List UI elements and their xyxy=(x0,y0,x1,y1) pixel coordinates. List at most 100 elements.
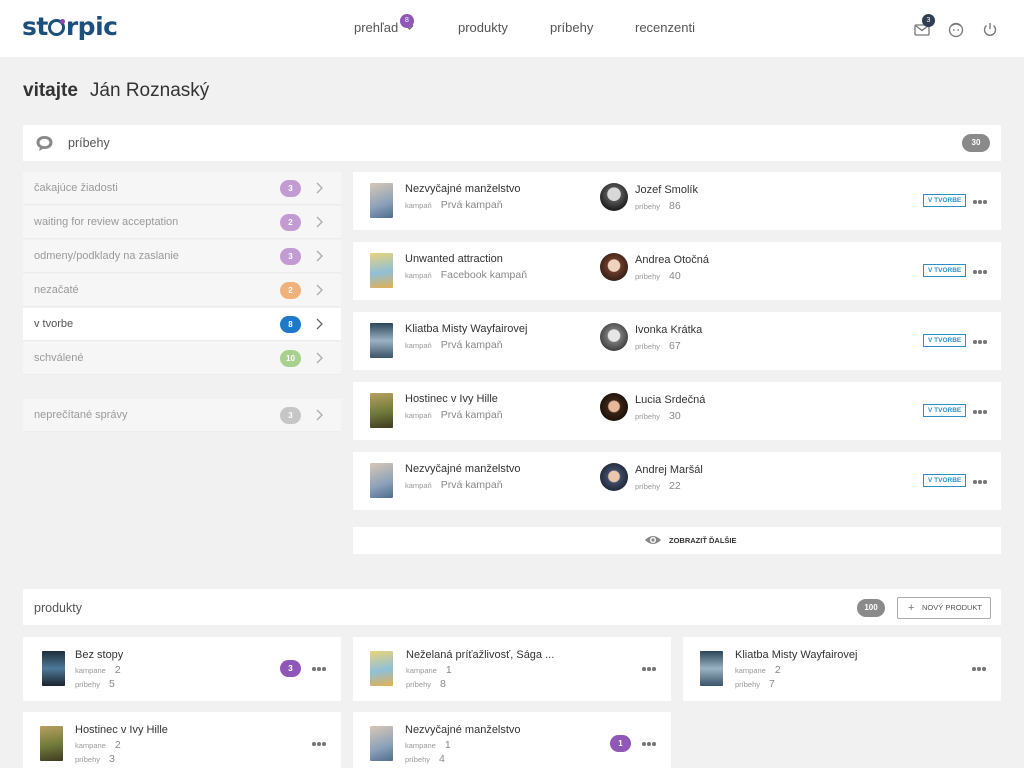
filter-odmeny-podklady[interactable]: odmeny/podklady na zaslanie 3 xyxy=(23,240,341,273)
filter-cakajuce-ziadosti[interactable]: čakajúce žiadosti 3 xyxy=(23,172,341,205)
product-title: Hostinec v Ivy Hille xyxy=(75,724,168,736)
product-stories: príbehy 8 xyxy=(406,678,446,690)
book-cover xyxy=(700,651,723,686)
more-options-icon[interactable] xyxy=(973,410,987,414)
product-stories: príbehy 4 xyxy=(405,753,445,765)
reviewer-stories: príbehy 22 xyxy=(635,480,681,492)
nav-pribehy[interactable]: príbehy xyxy=(550,20,593,35)
story-row[interactable]: Hostinec v Ivy Hille kampaň Prvá kampaň L… xyxy=(353,382,1001,440)
reviewer-stories: príbehy 30 xyxy=(635,410,681,422)
reviewer-stories: príbehy 40 xyxy=(635,270,681,282)
filter-waiting-for-review[interactable]: waiting for review acceptation 2 xyxy=(23,206,341,239)
chevron-right-icon xyxy=(316,352,323,364)
product-card[interactable]: Neželaná príťažlivosť, Sága ... kampane 1… xyxy=(353,637,671,701)
chevron-right-icon xyxy=(316,284,323,296)
story-row[interactable]: Nezvyčajné manželstvo kampaň Prvá kampaň … xyxy=(353,172,1001,230)
book-cover xyxy=(42,651,65,686)
product-card[interactable]: Kliatba Misty Wayfairovej kampane 2 príbe… xyxy=(683,637,1001,701)
more-options-icon[interactable] xyxy=(642,742,656,746)
filter-neprecitane-spravy[interactable]: neprečítané správy 3 xyxy=(23,399,341,432)
more-options-icon[interactable] xyxy=(312,667,326,671)
welcome-heading: vitajte Ján Roznaský xyxy=(23,80,209,102)
product-badge: 1 xyxy=(610,735,631,752)
filter-nezacate[interactable]: nezačaté 2 xyxy=(23,274,341,307)
product-badge: 3 xyxy=(280,660,301,677)
more-options-icon[interactable] xyxy=(973,480,987,484)
avatar-icon[interactable] xyxy=(947,20,965,38)
new-product-button[interactable]: + NOVÝ PRODUKT xyxy=(897,597,991,619)
more-options-icon[interactable] xyxy=(973,200,987,204)
power-icon[interactable] xyxy=(981,20,999,38)
reviewer-avatar xyxy=(600,463,628,491)
nav-recenzenti[interactable]: recenzenti xyxy=(635,20,695,35)
nav-prehlad-badge: 8 xyxy=(400,14,414,28)
story-campaign: kampaň Prvá kampaň xyxy=(405,409,503,421)
more-options-icon[interactable] xyxy=(972,667,986,671)
story-row[interactable]: Nezvyčajné manželstvo kampaň Prvá kampaň … xyxy=(353,452,1001,510)
product-campaigns: kampane 2 xyxy=(75,739,121,751)
show-more-button[interactable]: ZOBRAZIŤ ĎALŠIE xyxy=(353,527,1001,554)
chevron-right-icon xyxy=(316,216,323,228)
reviewer-stories: príbehy 86 xyxy=(635,200,681,212)
product-card[interactable]: Nezvyčajné manželstvo kampane 1 príbehy 4 … xyxy=(353,712,671,768)
filter-label: waiting for review acceptation xyxy=(34,216,179,228)
filter-count: 3 xyxy=(280,407,301,424)
reviewer-name[interactable]: Andrea Otočná xyxy=(635,254,709,266)
products-section-header: produkty 100 xyxy=(23,589,1001,625)
status-badge: V TVORBE xyxy=(923,404,967,417)
filter-v-tvorbe[interactable]: v tvorbe 8 xyxy=(23,308,341,341)
story-title: Unwanted attraction xyxy=(405,253,503,265)
book-cover xyxy=(370,323,393,358)
storpic-logo[interactable]: st rpic xyxy=(22,12,118,41)
product-campaigns: kampane 2 xyxy=(735,664,781,676)
more-options-icon[interactable] xyxy=(312,742,326,746)
more-options-icon[interactable] xyxy=(642,667,656,671)
nav-prehlad-label: prehľad xyxy=(354,20,399,35)
reviewer-avatar xyxy=(600,253,628,281)
new-product-label: NOVÝ PRODUKT xyxy=(922,603,983,612)
story-row[interactable]: Unwanted attraction kampaň Facebook kampa… xyxy=(353,242,1001,300)
product-title: Bez stopy xyxy=(75,649,124,661)
stories-count: 30 xyxy=(962,134,990,152)
product-campaigns: kampane 2 xyxy=(75,664,121,676)
reviewer-avatar xyxy=(600,323,628,351)
product-card[interactable]: Hostinec v Ivy Hille kampane 2 príbehy 3 xyxy=(23,712,341,768)
story-title: Hostinec v Ivy Hille xyxy=(405,393,498,405)
product-card[interactable]: Bez stopy kampane 2 príbehy 5 3 xyxy=(23,637,341,701)
story-title: Kliatba Misty Wayfairovej xyxy=(405,323,528,335)
more-options-icon[interactable] xyxy=(973,340,987,344)
stories-title: príbehy xyxy=(68,136,110,150)
story-title: Nezvyčajné manželstvo xyxy=(405,463,521,475)
filter-label: neprečítané správy xyxy=(34,409,128,421)
filter-schvalene[interactable]: schválené 10 xyxy=(23,342,341,375)
reviewer-name[interactable]: Ivonka Krátka xyxy=(635,324,702,336)
product-title: Nezvyčajné manželstvo xyxy=(405,724,521,736)
filter-label: v tvorbe xyxy=(34,318,74,330)
book-cover xyxy=(370,183,393,218)
chat-bubble-icon xyxy=(36,136,53,151)
book-cover xyxy=(370,253,393,288)
status-badge: V TVORBE xyxy=(923,334,967,347)
story-row[interactable]: Kliatba Misty Wayfairovej kampaň Prvá kam… xyxy=(353,312,1001,370)
filter-label: schválené xyxy=(34,352,84,364)
more-options-icon[interactable] xyxy=(973,270,987,274)
product-title: Kliatba Misty Wayfairovej xyxy=(735,649,858,661)
reviewer-name[interactable]: Lucia Srdečná xyxy=(635,394,705,406)
reviewer-name[interactable]: Jozef Smolík xyxy=(635,184,698,196)
book-cover xyxy=(40,726,63,761)
product-stories: príbehy 3 xyxy=(75,753,115,765)
status-badge: V TVORBE xyxy=(923,194,967,207)
products-count: 100 xyxy=(857,599,885,617)
story-campaign: kampaň Prvá kampaň xyxy=(405,199,503,211)
product-title: Neželaná príťažlivosť, Sága ... xyxy=(406,649,555,661)
book-cover xyxy=(370,393,393,428)
welcome-greeting: vitajte xyxy=(23,80,78,101)
stories-section-header: príbehy 30 xyxy=(23,125,1001,161)
book-cover xyxy=(370,463,393,498)
filter-label: nezačaté xyxy=(34,284,79,296)
reviewer-name[interactable]: Andrej Maršál xyxy=(635,464,703,476)
nav-produkty[interactable]: produkty xyxy=(458,20,508,35)
filter-label: odmeny/podklady na zaslanie xyxy=(34,250,179,262)
chevron-right-icon xyxy=(316,409,323,421)
chevron-right-icon xyxy=(316,318,323,330)
